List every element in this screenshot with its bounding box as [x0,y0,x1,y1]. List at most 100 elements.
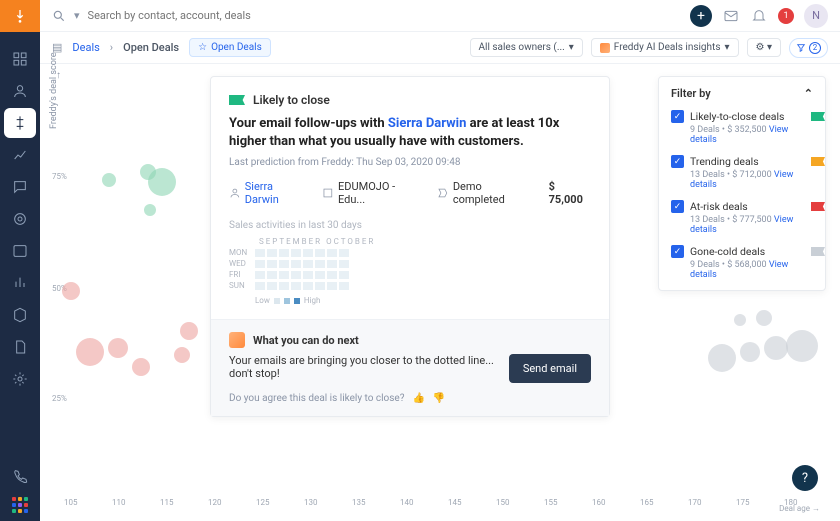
filter-panel: Filter by ⌃ Likely-to-close deals 9 Deals… [658,76,826,291]
bubble-risk[interactable] [62,282,80,300]
bubble-cold[interactable] [756,310,772,326]
x-tick: 150 [496,498,510,507]
checkbox-icon[interactable] [671,245,684,258]
bubble-likely[interactable] [102,173,116,187]
x-tick: 120 [208,498,222,507]
x-tick: 175 [736,498,750,507]
contact-chip[interactable]: Sierra Darwin [229,180,308,206]
mail-icon[interactable] [722,7,740,25]
filter-subtext: 9 Deals • $ 568,000 View details [690,260,813,280]
x-tick: 170 [688,498,702,507]
x-tick: 140 [400,498,414,507]
nav-reports[interactable] [4,140,36,170]
account-chip[interactable]: EDUMOJO - Edu... [322,180,423,206]
apps-icon[interactable] [12,497,28,513]
send-email-button[interactable]: Send email [509,354,591,383]
filter-label: At-risk deals [690,200,748,213]
filter-toggle[interactable]: 2 [789,38,828,58]
stage-chip: Demo completed [437,180,535,206]
search-icon[interactable] [52,9,66,23]
breadcrumb-current: Open Deals [123,41,179,54]
bubble-likely[interactable] [148,168,176,196]
next-action-box: What you can do next Your emails are bri… [211,319,609,416]
y-tick: 75% [52,172,67,181]
contact-link[interactable]: Sierra Darwin [388,116,467,131]
add-button[interactable]: + [690,5,712,27]
checkbox-icon[interactable] [671,110,684,123]
filter-item[interactable]: Gone-cold deals 9 Deals • $ 568,000 View… [671,245,813,280]
bubble-risk[interactable] [76,338,104,366]
flag-icon [229,95,245,105]
activity-calendar: SEPTEMBER OCTOBER MONWEDFRISUN LowHigh [229,237,591,305]
x-tick: 135 [352,498,366,507]
brand-logo[interactable] [0,0,40,32]
insight-subtext: Last prediction from Freddy: Thu Sep 03,… [229,157,591,168]
breadcrumb-root[interactable]: Deals [72,41,99,54]
nav-tasks[interactable] [4,236,36,266]
feedback-question: Do you agree this deal is likely to clos… [229,393,404,404]
view-details-link[interactable]: View details [690,215,793,235]
view-details-link[interactable]: View details [690,125,788,145]
nav-deals[interactable] [4,108,36,138]
bell-icon[interactable] [750,7,768,25]
filter-label: Gone-cold deals [690,245,765,258]
user-avatar[interactable]: N [804,4,828,28]
nav-chat[interactable] [4,172,36,202]
freddy-avatar-icon [229,332,245,348]
thumbs-down-icon[interactable]: 👎 [433,393,445,404]
owner-filter[interactable]: All sales owners (... ▾ [470,38,583,57]
x-tick: 145 [448,498,462,507]
filter-label: Likely-to-close deals [690,110,784,123]
nav-dashboard[interactable] [4,44,36,74]
thumbs-up-icon[interactable]: 👍 [412,393,424,404]
y-axis-label: Freddy's deal score [49,52,59,129]
deal-amount: $ 75,000 [549,180,591,206]
filter-title: Filter by [671,87,711,100]
bubble-cold[interactable] [764,336,788,360]
insight-headline: Your email follow-ups with Sierra Darwin… [229,115,591,151]
global-search-input[interactable] [88,9,288,22]
bubble-risk[interactable] [174,347,190,363]
bubble-cold[interactable] [734,314,746,326]
filter-item[interactable]: Trending deals 13 Deals • $ 712,000 View… [671,155,813,190]
bubble-risk[interactable] [180,322,198,340]
bubble-likely[interactable] [144,204,156,216]
checkbox-icon[interactable] [671,200,684,213]
toolbar: ▤ Deals › Open Deals ☆ Open Deals All sa… [40,32,840,64]
insight-card: Likely to close Your email follow-ups wi… [210,76,610,417]
view-details-link[interactable]: View details [690,170,793,190]
nav-settings[interactable] [4,364,36,394]
help-button[interactable]: ? [792,465,818,491]
checkbox-icon[interactable] [671,155,684,168]
nav-goals[interactable] [4,204,36,234]
nav-phone[interactable] [4,461,36,491]
nav-analytics[interactable] [4,268,36,298]
bubble-cold[interactable] [708,344,736,372]
x-tick: 130 [304,498,318,507]
up-arrow-icon: ↑ [56,70,61,81]
bubble-risk[interactable] [132,358,150,376]
nav-contacts[interactable] [4,76,36,106]
bubble-cold[interactable] [786,330,818,362]
activity-heading: Sales activities in last 30 days [229,220,591,231]
bubble-cold[interactable] [740,342,760,362]
filter-item[interactable]: Likely-to-close deals 9 Deals • $ 352,50… [671,110,813,145]
freddy-insights-dropdown[interactable]: Freddy AI Deals insights ▾ [591,38,739,57]
chevron-down-icon[interactable]: ▾ [74,9,80,22]
nav-products[interactable] [4,300,36,330]
x-tick: 165 [640,498,654,507]
nav-documents[interactable] [4,332,36,362]
x-tick: 180 [784,498,798,507]
bubble-risk[interactable] [108,338,128,358]
view-pill[interactable]: ☆ Open Deals [189,38,271,57]
gear-dropdown[interactable]: ⚙ ▾ [747,38,781,57]
notification-badge[interactable]: 1 [778,8,794,24]
view-details-link[interactable]: View details [690,260,788,280]
flag-icon [811,202,825,211]
insight-tag: Likely to close [253,93,330,107]
collapse-icon[interactable]: ⌃ [804,87,813,100]
left-nav [0,0,40,521]
x-tick: 155 [544,498,558,507]
freddy-icon [600,43,610,53]
filter-item[interactable]: At-risk deals 13 Deals • $ 777,500 View … [671,200,813,235]
